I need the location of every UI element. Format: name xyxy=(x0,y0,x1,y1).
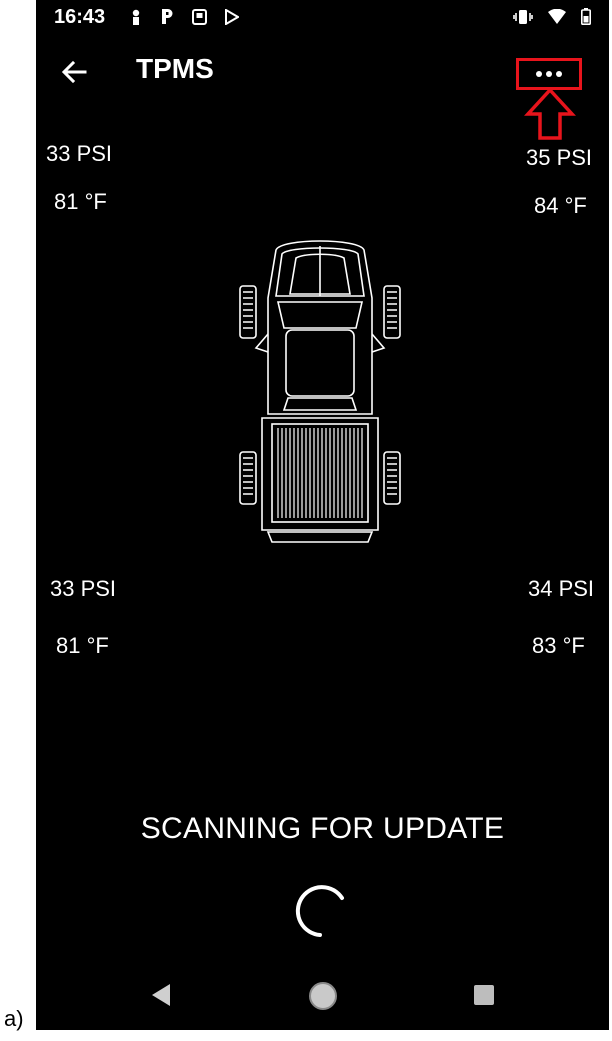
menu-dot-icon xyxy=(546,71,552,77)
person-icon xyxy=(132,9,140,25)
front-left-pressure: 33 PSI xyxy=(46,141,113,166)
menu-dot-icon xyxy=(556,71,562,77)
nav-home-icon[interactable] xyxy=(309,982,337,1010)
nav-back-icon[interactable] xyxy=(150,983,172,1007)
rear-left-temperature: 81 °F xyxy=(56,633,109,658)
notification-icons xyxy=(130,8,239,25)
wifi-icon xyxy=(548,8,566,24)
rear-right-pressure: 34 PSI xyxy=(528,576,595,601)
front-right-temperature: 84 °F xyxy=(534,193,587,218)
battery-icon xyxy=(581,8,591,25)
status-time: 16:43 xyxy=(54,6,106,28)
scan-status-text: SCANNING FOR UPDATE xyxy=(140,812,505,845)
phone-screen: 16:43 TPMS 33 PSI 81 °F 35 PSI 84 °F 33 … xyxy=(36,0,609,1030)
navigation-bar xyxy=(36,940,609,1020)
front-right-pressure: 35 PSI xyxy=(526,145,593,170)
back-arrow-icon[interactable] xyxy=(58,56,90,88)
save-icon xyxy=(192,8,207,25)
rear-left-pressure: 33 PSI xyxy=(50,576,117,601)
parking-icon xyxy=(162,9,173,24)
status-bar: 16:43 xyxy=(36,0,609,34)
pickup-truck-icon xyxy=(239,240,401,543)
annotation-arrow-up-icon xyxy=(524,87,576,140)
loading-spinner-icon xyxy=(295,885,344,937)
figure-caption: a) xyxy=(4,1006,24,1031)
menu-dot-icon xyxy=(536,71,542,77)
nav-recents-icon[interactable] xyxy=(474,985,494,1005)
front-left-temperature: 81 °F xyxy=(54,189,107,214)
rear-right-temperature: 83 °F xyxy=(532,633,585,658)
vibrate-icon xyxy=(513,9,533,24)
system-icons xyxy=(513,8,591,25)
play-store-icon xyxy=(225,8,239,25)
page-title: TPMS xyxy=(136,53,214,84)
